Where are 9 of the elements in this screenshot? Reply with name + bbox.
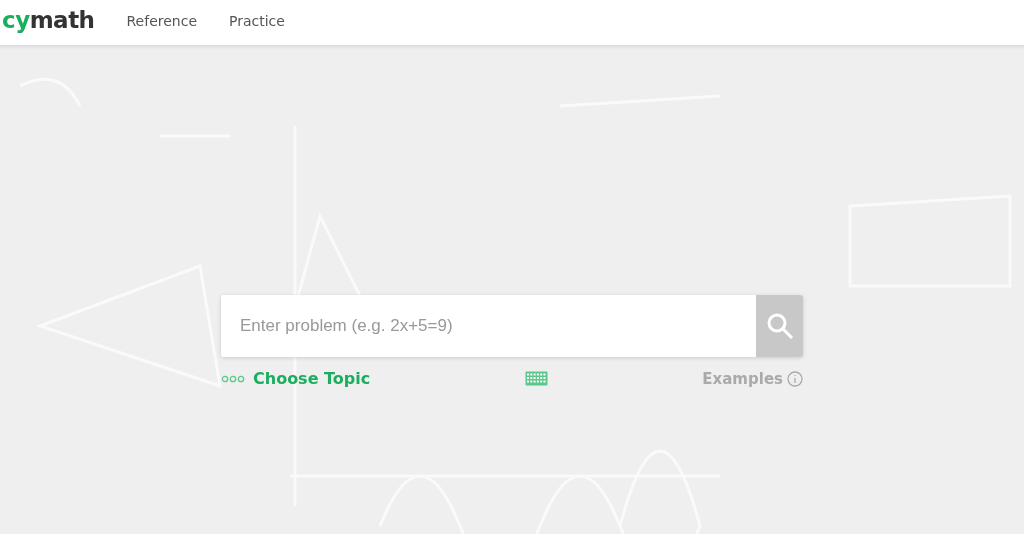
nav-link[interactable]: Practice xyxy=(229,12,285,33)
dots-icon xyxy=(221,374,245,383)
search-button[interactable] xyxy=(756,295,803,357)
keyboard-icon[interactable] xyxy=(524,371,548,386)
cymath-logo[interactable]: cymath xyxy=(2,6,95,39)
nav-link[interactable]: Reference xyxy=(126,12,197,33)
problem-input-field[interactable]: Enter problem (e.g. 2x+5=9) xyxy=(221,295,756,357)
info-icon xyxy=(787,370,803,387)
search-icon xyxy=(765,312,794,340)
